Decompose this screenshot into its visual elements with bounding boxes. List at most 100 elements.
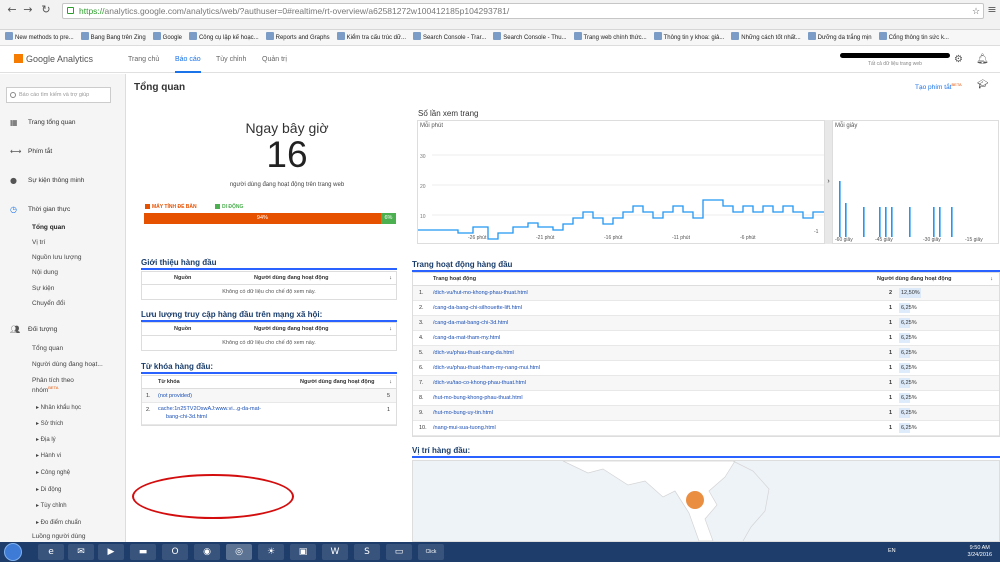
sidebar-item-realtime[interactable]: Thời gian thực [28,206,70,213]
sidebar-audience-cohort-2[interactable]: nhómBETA [32,385,58,394]
sidebar-audience-overview[interactable]: Tổng quan [32,345,63,352]
address-bar[interactable]: https://analytics.google.com/analytics/w… [62,3,984,19]
sidebar-item-audience[interactable]: Đối tượng [28,326,57,333]
bookmark[interactable]: Những cách tốt nhất... [731,30,801,45]
col-active[interactable]: Người dùng đang hoạt động [877,276,952,282]
back-icon[interactable]: ← [4,3,20,17]
page-link[interactable]: /cang-da-bang-chi-silhouette-lift.html [433,305,522,311]
bell-icon[interactable]: 🔔︎ [976,54,989,65]
bookmark[interactable]: Search Console - Trar... [412,30,486,45]
sort-arrow-icon[interactable]: ↓ [389,275,392,281]
tab-admin[interactable]: Quản trị [262,56,287,63]
table-row[interactable]: 4. /cang-da-mat-tham-my.html 1 6,25% [413,331,999,346]
col-active[interactable]: Người dùng đang hoạt động [254,326,329,332]
page-link[interactable]: /nang-mui-sua-tuong.html [433,425,496,431]
bookmark[interactable]: Cổng thông tin sức k... [878,30,949,45]
table-row[interactable]: 1. (not provided) 5 [142,389,396,403]
table-row[interactable]: 7. /dich-vu/tao-co-khong-phau-thuat.html 1… [413,376,999,391]
bookmark[interactable]: Bang Bang trên Zing [80,30,146,45]
keyword-link[interactable]: (not provided) [158,393,192,399]
bookmark[interactable]: Thông tin y khoa: giả... [653,30,724,45]
language-indicator[interactable]: EN [888,548,896,554]
menu-icon[interactable]: ≡ [984,3,1000,17]
page-link[interactable]: /cang-da-mat-bang-chi-3d.html [433,320,508,326]
folder-icon[interactable]: ▬ [130,544,156,560]
sort-arrow-icon[interactable]: ↓ [990,276,993,282]
bookmark[interactable]: Reports and Graphs [265,30,330,45]
col-source[interactable]: Nguồn [174,326,191,332]
sidebar-sub-traffic[interactable]: Nguồn lưu lượng [32,254,81,261]
page-link[interactable]: /dich-vu/tao-co-khong-phau-thuat.html [433,380,526,386]
sidebar-audience-active[interactable]: Người dùng đang hoạt... [32,361,103,368]
sidebar-sub-locations[interactable]: Vị trí [32,239,45,246]
system-clock[interactable]: 9:50 AM 3/24/2016 [968,545,992,559]
app-icon[interactable]: ▣ [290,544,316,560]
ga-logo[interactable]: Google Analytics [14,54,93,64]
forward-icon[interactable]: → [20,3,36,17]
ie-icon[interactable]: e [38,544,64,560]
sidebar-item-dashboards[interactable]: Trang tổng quan [28,119,75,126]
skype-icon[interactable]: S [354,544,380,560]
outlook-icon[interactable]: ✉ [68,544,94,560]
graduation-cap-icon[interactable]: 🎓︎ [977,80,988,90]
sort-arrow-icon[interactable]: ↓ [389,326,392,332]
sort-arrow-icon[interactable]: ↓ [389,379,392,385]
click-app[interactable]: Click [418,544,444,560]
bookmark[interactable]: Dưỡng da trắng mịn [807,30,872,45]
page-link[interactable]: /dich-vu/phau-thuat-cang-da.html [433,350,514,356]
start-button[interactable] [4,543,22,561]
tab-customize[interactable]: Tùy chỉnh [216,56,246,63]
firefox-icon[interactable]: ☀ [258,544,284,560]
page-link[interactable]: /dich-vu/phau-thuat-tham-my-nang-mui.htm… [433,365,540,371]
sidebar-users-flow[interactable]: Luồng người dùng [32,533,85,540]
sidebar-audience-cohort[interactable]: Phân tích theo [32,377,74,384]
tab-reports[interactable]: Báo cáo [175,56,201,73]
sidebar-interests[interactable]: ▸ Sở thích [36,420,63,427]
sidebar-technology[interactable]: ▸ Công nghệ [36,469,70,476]
star-icon[interactable]: ☆ [968,5,984,19]
sidebar-item-shortcuts[interactable]: Phím tắt [28,148,52,155]
chevron-right-icon[interactable]: › [825,120,832,244]
sidebar-sub-overview[interactable]: Tổng quan [32,224,65,231]
sidebar-sub-content[interactable]: Nội dung [32,269,58,276]
account-name-redacted[interactable] [840,53,950,58]
table-row[interactable]: 5. /dich-vu/phau-thuat-cang-da.html 1 6,25% [413,346,999,361]
col-keyword[interactable]: Từ khóa [158,379,180,385]
table-row[interactable]: 10. /nang-mui-sua-tuong.html 1 6,25% [413,421,999,436]
bookmark[interactable]: Kiểm tra cấu trúc dữ... [336,30,406,45]
table-row[interactable]: 1. /dich-vu/hut-mo-khong-phau-thuat.html 2… [413,286,999,301]
sidebar-mobile[interactable]: ▸ Di động [36,486,61,493]
gear-icon[interactable]: ⚙ [954,54,963,65]
page-link[interactable]: /hut-mo-bung-uy-tin.html [433,410,493,416]
search-input[interactable]: Báo cáo tìm kiếm và trợ giúp [6,87,111,103]
sidebar-sub-events[interactable]: Sự kiện [32,285,54,292]
bookmark[interactable]: Công cụ lập kế hoạc... [188,30,259,45]
reload-icon[interactable]: ↻ [38,3,54,17]
table-row[interactable]: 3. /cang-da-mat-bang-chi-3d.html 1 6,25% [413,316,999,331]
sidebar-custom[interactable]: ▸ Tùy chỉnh [36,502,67,509]
table-row[interactable]: 2. cache:1n25TV2OswAJ:www.vi...g-da-mat-… [142,403,396,425]
sidebar-behavior[interactable]: ▸ Hành vi [36,452,61,459]
table-row[interactable]: 6. /dich-vu/phau-thuat-tham-my-nang-mui.h… [413,361,999,376]
page-link[interactable]: /dich-vu/hut-mo-khong-phau-thuat.html [433,290,528,296]
sidebar-sub-conversions[interactable]: Chuyển đổi [32,300,65,307]
col-active[interactable]: Người dùng đang hoạt động [300,379,375,385]
sidebar-benchmarking[interactable]: ▸ Đo điểm chuẩn [36,519,81,526]
sidebar-geo[interactable]: ▸ Địa lý [36,436,56,443]
opera-icon[interactable]: O [162,544,188,560]
page-link[interactable]: /cang-da-mat-tham-my.html [433,335,500,341]
col-source[interactable]: Nguồn [174,275,191,281]
tab-home[interactable]: Trang chủ [128,56,159,63]
col-page[interactable]: Trang hoạt động [433,276,476,282]
col-active[interactable]: Người dùng đang hoạt động [254,275,329,281]
page-link[interactable]: /hut-mo-bung-khong-phau-thuat.html [433,395,523,401]
word-icon[interactable]: W [322,544,348,560]
table-row[interactable]: 2. /cang-da-bang-chi-silhouette-lift.html… [413,301,999,316]
table-row[interactable]: 9. /hut-mo-bung-uy-tin.html 1 6,25% [413,406,999,421]
sidebar-demographics[interactable]: ▸ Nhân khẩu học [36,404,81,411]
media-player-icon[interactable]: ◉ [194,544,220,560]
sidebar-item-intelligence[interactable]: Sự kiện thông minh [28,177,84,184]
window-icon[interactable]: ▭ [386,544,412,560]
chrome-icon[interactable]: ◎ [226,544,252,560]
media-icon[interactable]: ▶ [98,544,124,560]
